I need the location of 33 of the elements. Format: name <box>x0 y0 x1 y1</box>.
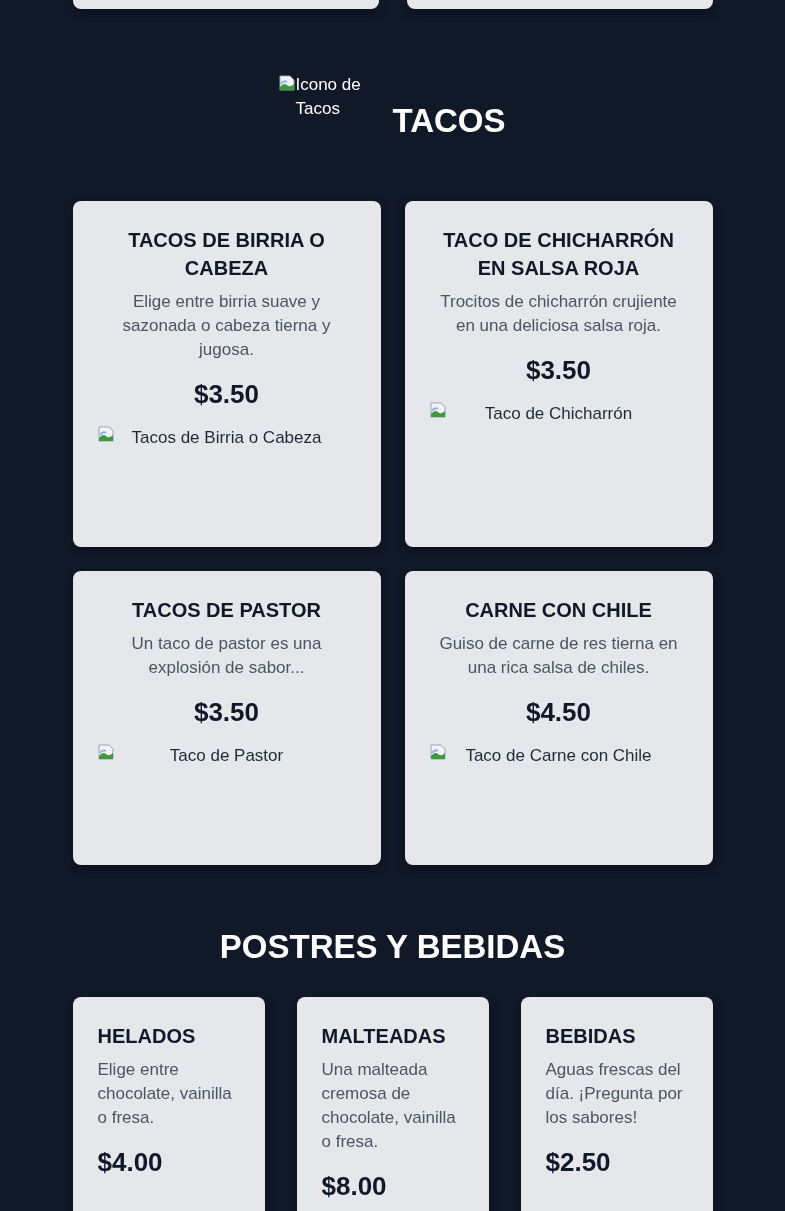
image-alt-text: Taco de Carne con Chile <box>465 745 652 767</box>
image-alt-text: Icono de Tacos <box>295 74 362 120</box>
image-alt-text: Tacos de Birria o Cabeza <box>131 427 322 449</box>
dish-title: MALTEADAS <box>321 1024 447 1049</box>
section-heading: TACOS <box>392 101 506 141</box>
dish-description: Aguas frescas del día. ¡Pregunta por los sabores! <box>545 1059 684 1129</box>
dish-price: $3.50 <box>524 354 593 386</box>
dish-title: CARNE CON CHILE <box>464 598 653 623</box>
dish-description: Elige entre chocolate, vainilla o fresa. <box>97 1059 233 1129</box>
dish-price: $2.50 <box>545 1146 612 1178</box>
section-heading: POSTRES Y BEBIDAS <box>218 927 567 967</box>
broken-image-icon <box>429 744 446 760</box>
dish-price: $8.00 <box>321 1170 388 1202</box>
dish-title: TACO DE CHICHARRÓN EN SALSA ROJA <box>442 227 675 281</box>
dish-title: TACOS DE PASTOR <box>131 598 322 623</box>
dish-title: HELADOS <box>97 1024 197 1049</box>
broken-image-icon <box>429 402 446 418</box>
broken-image-icon <box>97 744 114 760</box>
dish-description: Elige entre birria suave y sazonada o cabeza tierna y jugosa. <box>121 291 332 361</box>
dish-title: BEBIDAS <box>545 1024 637 1049</box>
dish-price: $3.50 <box>192 696 261 728</box>
dish-price: $4.00 <box>97 1146 164 1178</box>
dish-description: Un taco de pastor es una explosión de sabor... <box>130 633 323 679</box>
dish-description: Trocitos de chicharrón crujiente en una deliciosa salsa roja. <box>439 291 678 337</box>
dish-price: $4.50 <box>524 696 593 728</box>
image-alt-text: Taco de Pastor <box>169 745 284 767</box>
broken-image-icon <box>97 426 114 442</box>
dish-price: $3.50 <box>192 378 261 410</box>
dish-title: TACOS DE BIRRIA O CABEZA <box>127 228 326 281</box>
image-alt-text: Taco de Chicharrón <box>484 403 633 425</box>
dish-description: Guiso de carne de res tierna en una rica salsa de chiles. <box>438 633 679 679</box>
dish-description: Una malteada cremosa de chocolate, vainilla o fresa. <box>321 1059 457 1153</box>
broken-image-icon <box>279 75 296 91</box>
